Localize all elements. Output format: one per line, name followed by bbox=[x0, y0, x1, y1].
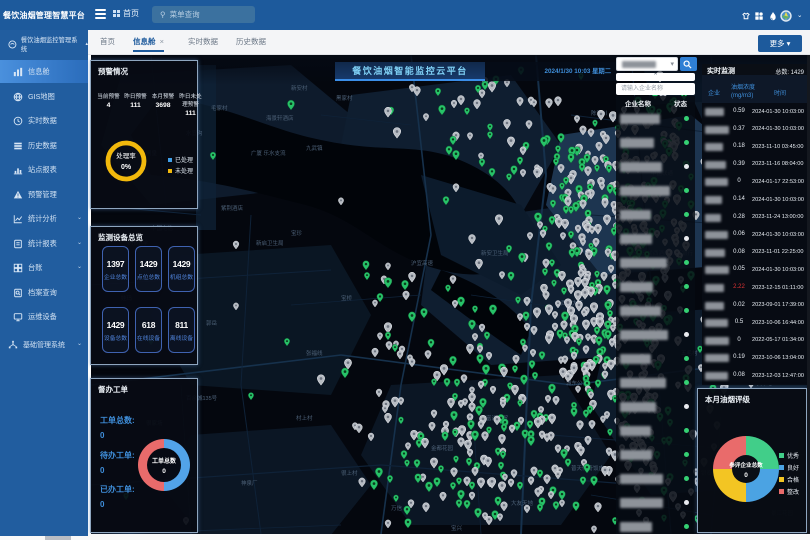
svg-text:参评企业总数: 参评企业总数 bbox=[728, 461, 763, 469]
svg-text:新安卫生局: 新安卫生局 bbox=[481, 249, 509, 257]
svg-text:大友天地: 大友天地 bbox=[511, 499, 534, 507]
svg-text:万信: 万信 bbox=[391, 504, 403, 512]
svg-text:毛家村: 毛家村 bbox=[211, 104, 228, 112]
svg-text:海景轩酒店: 海景轩酒店 bbox=[266, 114, 294, 122]
svg-text:宝兴: 宝兴 bbox=[451, 524, 463, 532]
svg-text:宝桥: 宝桥 bbox=[341, 294, 353, 302]
svg-text:很上村: 很上村 bbox=[341, 469, 358, 477]
svg-text:0%: 0% bbox=[121, 164, 132, 171]
svg-text:金都花园: 金都花园 bbox=[431, 444, 454, 452]
svg-text:0: 0 bbox=[162, 468, 166, 475]
svg-text:郭岳: 郭岳 bbox=[206, 319, 218, 327]
svg-text:0: 0 bbox=[744, 472, 748, 479]
svg-text:处理率: 处理率 bbox=[116, 151, 136, 160]
svg-text:工单总数: 工单总数 bbox=[152, 457, 177, 465]
svg-text:新启卫生局: 新启卫生局 bbox=[256, 239, 284, 247]
svg-text:村上村: 村上村 bbox=[296, 414, 313, 422]
svg-text:神泉厂: 神泉厂 bbox=[241, 479, 258, 487]
svg-text:张福线: 张福线 bbox=[306, 349, 323, 357]
svg-text:黑家村: 黑家村 bbox=[336, 94, 353, 102]
svg-text:宝珍: 宝珍 bbox=[291, 229, 303, 237]
svg-text:广厦 乐水支流: 广厦 乐水支流 bbox=[251, 149, 286, 157]
svg-text:沪宜高速: 沪宜高速 bbox=[411, 259, 434, 267]
svg-text:新安村: 新安村 bbox=[291, 84, 308, 92]
svg-text:九武镇: 九武镇 bbox=[306, 144, 323, 152]
svg-text:紫荆酒店: 紫荆酒店 bbox=[221, 204, 244, 212]
